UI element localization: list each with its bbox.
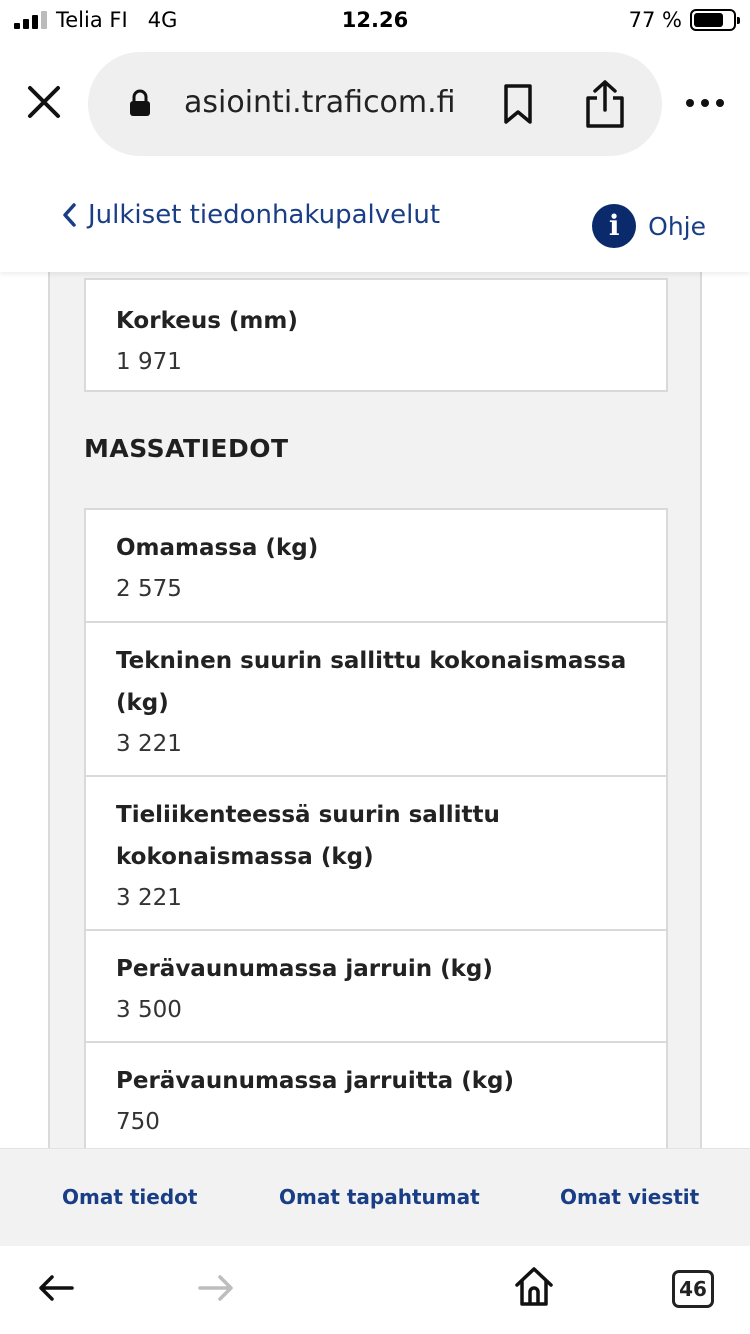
row-label: Korkeus (mm) xyxy=(116,308,298,334)
row-label: Perävaunumassa jarruitta (kg) xyxy=(116,1068,514,1094)
nav-own-info[interactable]: Omat tiedot xyxy=(62,1185,197,1209)
more-icon[interactable] xyxy=(682,88,728,118)
list-item: Tieliikenteessä suurin sallittu kokonais… xyxy=(86,775,666,929)
row-label: Perävaunumassa jarruin (kg) xyxy=(116,956,493,982)
info-icon: i xyxy=(592,204,637,248)
url-text: asiointi.traficom.fi xyxy=(184,85,456,120)
row-value: 1 971 xyxy=(116,349,182,375)
tabs-icon[interactable]: 46 xyxy=(672,1270,714,1308)
mass-card: Omamassa (kg) 2 575 Tekninen suurin sall… xyxy=(84,508,668,1150)
row-label: Omamassa (kg) xyxy=(116,535,319,561)
bookmark-icon[interactable] xyxy=(500,82,536,126)
list-item: Korkeus (mm) 1 971 xyxy=(86,280,666,390)
row-label: Tieliikenteessä suurin sallittu kokonais… xyxy=(116,802,500,870)
home-icon[interactable] xyxy=(512,1264,556,1312)
row-label: Tekninen suurin sallittu kokonaismassa (… xyxy=(116,648,627,716)
battery-percent: 77 % xyxy=(628,8,682,32)
browser-toolbar: 46 xyxy=(0,1246,750,1334)
list-item: Perävaunumassa jarruin (kg) 3 500 xyxy=(86,929,666,1041)
list-item: Tekninen suurin sallittu kokonaismassa (… xyxy=(86,621,666,775)
back-link-label: Julkiset tiedonhakupalvelut xyxy=(88,200,441,230)
help-link[interactable]: i Ohje xyxy=(592,204,706,248)
back-arrow-icon[interactable] xyxy=(36,1268,76,1312)
page-header: Julkiset tiedonhakupalvelut i Ohje xyxy=(0,170,750,272)
list-item: Omamassa (kg) 2 575 xyxy=(86,510,666,621)
back-link[interactable]: Julkiset tiedonhakupalvelut xyxy=(60,200,440,230)
row-value: 3 221 xyxy=(116,885,182,911)
lock-icon xyxy=(128,88,152,118)
close-icon[interactable] xyxy=(22,80,66,124)
share-icon[interactable] xyxy=(582,78,628,130)
bottom-nav: Omat tiedot Omat tapahtumat Omat viestit xyxy=(0,1148,750,1246)
dimensions-card: Korkeus (mm) 1 971 xyxy=(84,278,668,392)
forward-arrow-icon[interactable] xyxy=(196,1268,236,1312)
row-value: 3 221 xyxy=(116,731,182,757)
section-title: MASSATIEDOT xyxy=(84,434,289,463)
battery-icon xyxy=(690,9,740,31)
list-item: Perävaunumassa jarruitta (kg) 750 xyxy=(86,1041,666,1150)
row-value: 3 500 xyxy=(116,997,182,1023)
battery-fill xyxy=(694,13,724,27)
url-field[interactable]: asiointi.traficom.fi xyxy=(88,52,662,156)
row-value: 2 575 xyxy=(116,576,182,602)
vehicle-details-panel: Korkeus (mm) 1 971 MASSATIEDOT Omamassa … xyxy=(48,250,702,1150)
help-label: Ohje xyxy=(648,211,706,241)
nav-own-messages[interactable]: Omat viestit xyxy=(560,1185,699,1209)
chevron-left-icon xyxy=(63,203,76,227)
nav-own-events[interactable]: Omat tapahtumat xyxy=(279,1185,480,1209)
row-value: 750 xyxy=(116,1109,160,1135)
status-bar: Telia FI 4G 12.26 77 % xyxy=(0,0,750,42)
browser-address-bar: asiointi.traficom.fi xyxy=(0,50,750,158)
